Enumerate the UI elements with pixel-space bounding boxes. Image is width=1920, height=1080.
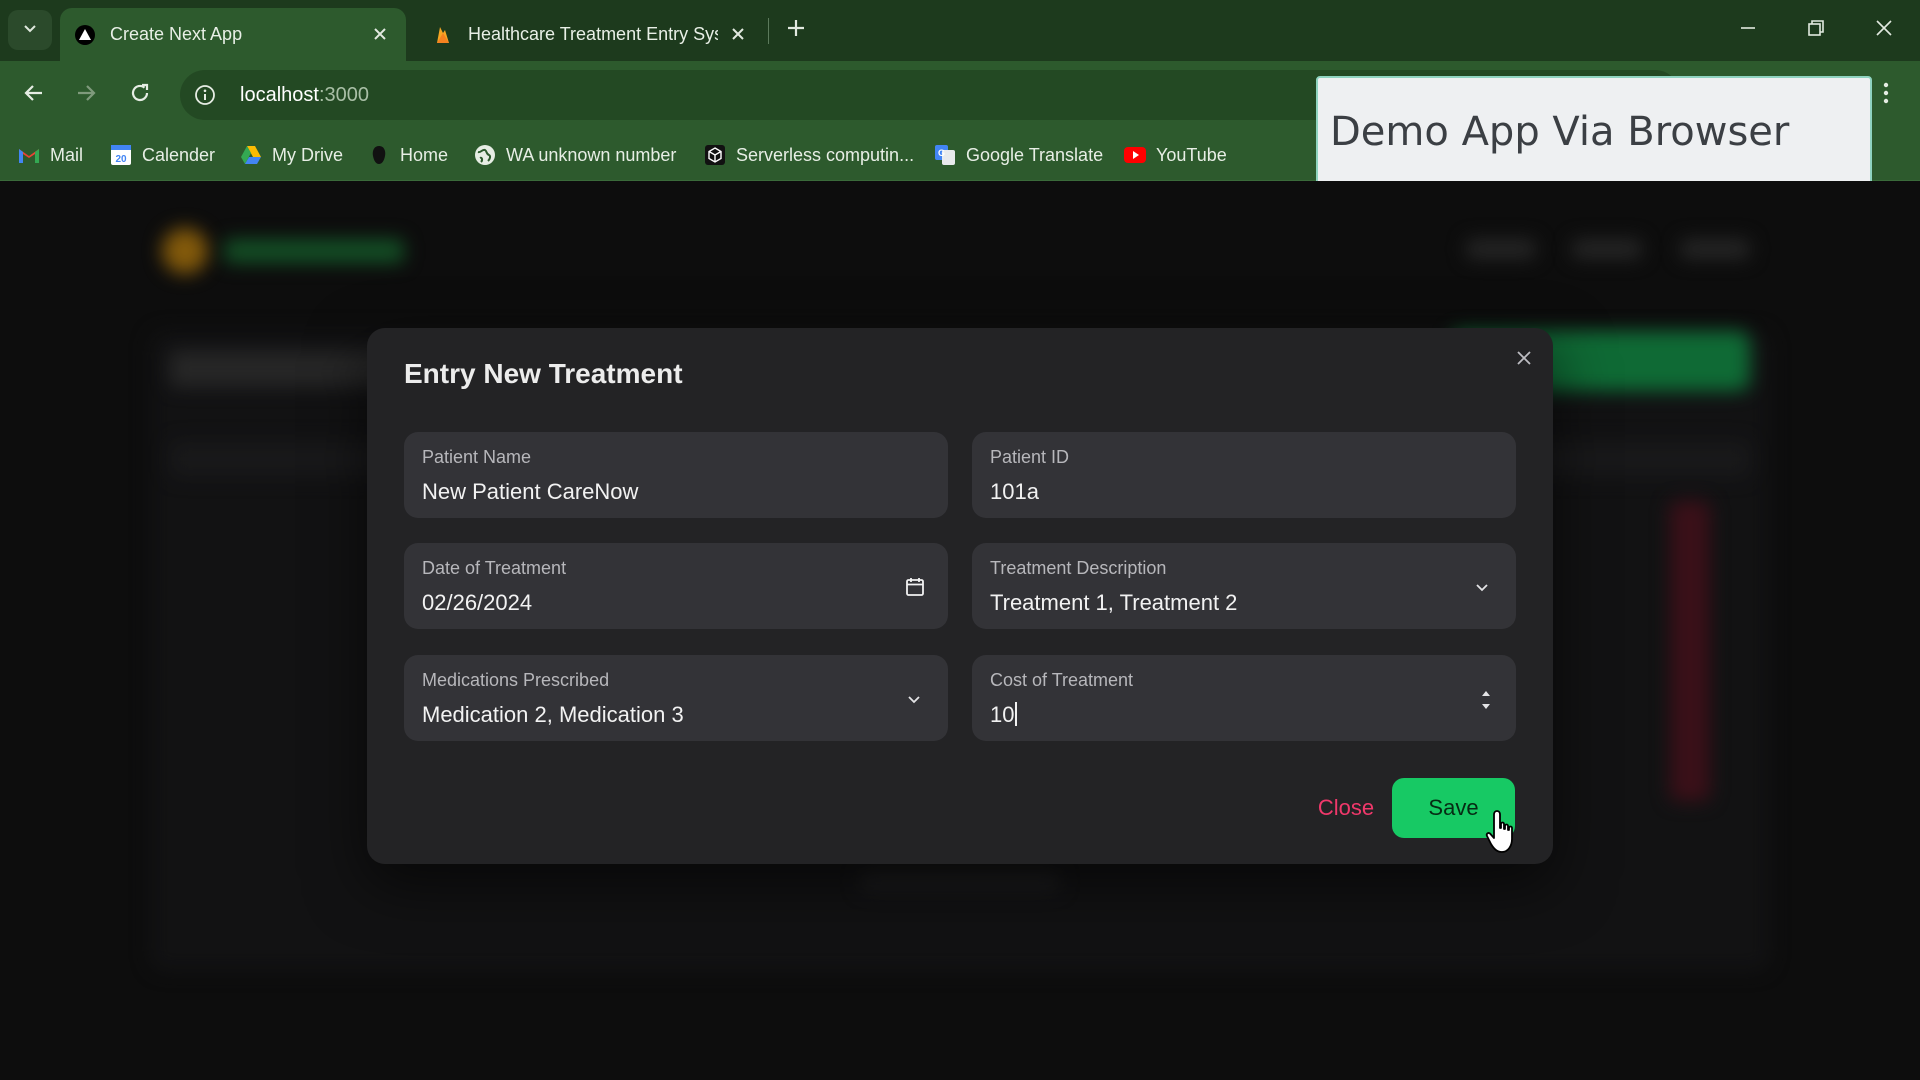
bookmark-my-drive[interactable]: My Drive — [240, 141, 343, 169]
minimize-button[interactable] — [1722, 8, 1774, 52]
close-icon — [1875, 19, 1893, 42]
field-label: Patient Name — [422, 447, 532, 467]
url-text: localhost:3000 — [240, 84, 369, 107]
patient-name-field[interactable]: Patient Name New Patient CareNow — [404, 432, 948, 518]
arrow-left-icon — [23, 82, 45, 109]
bookmark-label: YouTube — [1156, 144, 1227, 165]
medications-prescribed-select[interactable]: Medications Prescribed Medication 2, Med… — [404, 655, 948, 741]
bookmark-label: WA unknown number — [506, 144, 677, 165]
home-favicon-icon — [368, 144, 390, 166]
close-tab-icon[interactable] — [368, 22, 392, 46]
firebase-favicon-icon — [432, 24, 454, 46]
restore-button[interactable] — [1790, 8, 1842, 52]
more-vert-icon — [1883, 82, 1889, 109]
bookmark-label: My Drive — [272, 144, 343, 165]
nextjs-favicon-icon — [74, 24, 96, 46]
bookmark-wa-unknown[interactable]: WA unknown number — [474, 141, 676, 169]
chevron-down-icon — [900, 685, 928, 713]
plus-icon — [786, 18, 806, 43]
reload-icon — [129, 82, 151, 109]
field-label: Date of Treatment — [422, 558, 567, 578]
hand-pointer-cursor-icon — [1485, 810, 1513, 853]
bookmark-label: Google Translate — [966, 144, 1104, 165]
bookmark-label: Home — [400, 144, 449, 165]
restore-icon — [1807, 19, 1825, 42]
save-button-label: Save — [1428, 795, 1479, 820]
chevron-down-icon — [1468, 573, 1496, 601]
patient-id-field[interactable]: Patient ID 101a — [972, 432, 1516, 518]
url-port: :3000 — [318, 83, 369, 106]
chevron-down-icon — [22, 20, 38, 41]
bookmark-label: Calender — [142, 144, 216, 165]
field-label: Medications Prescribed — [422, 670, 610, 690]
browser-menu-button[interactable] — [1868, 77, 1904, 113]
field-label: Patient ID — [990, 447, 1070, 467]
number-stepper[interactable] — [1472, 683, 1500, 717]
arrow-right-icon — [75, 82, 97, 109]
field-label: Treatment Description — [990, 558, 1167, 578]
demo-overlay-text: Demo App Via Browser — [1330, 109, 1790, 155]
modal-close-button[interactable] — [1508, 344, 1540, 376]
youtube-icon — [1124, 144, 1146, 166]
field-value: Medication 2, Medication 3 — [422, 702, 684, 727]
tab-title: Create Next App — [110, 24, 243, 44]
calendar-icon: 20 — [110, 144, 132, 166]
cost-value: 10 — [990, 702, 1015, 727]
tab-strip: Create Next App Healthcare Treatment Ent… — [0, 0, 1920, 61]
translate-icon: G — [934, 144, 956, 166]
gmail-icon — [18, 144, 40, 166]
bookmark-google-translate[interactable]: G Google Translate — [934, 141, 1103, 169]
cube-icon — [704, 144, 726, 166]
close-icon — [1516, 350, 1532, 371]
forward-button[interactable] — [64, 73, 108, 117]
bookmark-home[interactable]: Home — [368, 141, 448, 169]
entry-treatment-modal: Entry New Treatment Patient Name New Pat… — [367, 328, 1553, 864]
treatment-description-select[interactable]: Treatment Description Treatment 1, Treat… — [972, 543, 1516, 629]
svg-text:G: G — [938, 148, 945, 158]
field-value: 02/26/2024 — [422, 590, 533, 615]
close-button[interactable]: Close — [1288, 778, 1404, 838]
bookmark-label: Mail — [50, 144, 84, 165]
close-tab-icon[interactable] — [726, 22, 750, 46]
calendar-picker-icon[interactable] — [901, 573, 929, 601]
modal-title: Entry New Treatment — [404, 358, 683, 389]
tab-create-next-app[interactable]: Create Next App — [60, 8, 406, 61]
bookmark-calender[interactable]: 20 Calender — [110, 141, 215, 169]
tab-search-button[interactable] — [8, 10, 52, 50]
tab-separator — [768, 18, 769, 44]
bookmark-youtube[interactable]: YouTube — [1124, 141, 1227, 169]
tab-title: Healthcare Treatment Entry Sys — [468, 24, 718, 44]
field-value: Treatment 1, Treatment 2 — [990, 590, 1238, 615]
field-value: 10 — [990, 702, 1018, 728]
cost-of-treatment-field[interactable]: Cost of Treatment 10 — [972, 655, 1516, 741]
reload-button[interactable] — [118, 73, 162, 117]
url-host: localhost — [240, 83, 319, 106]
bookmark-label: Serverless computin... — [736, 144, 915, 165]
minimize-icon — [1739, 19, 1757, 42]
tab-healthcare-treatment[interactable]: Healthcare Treatment Entry Sys — [418, 8, 764, 61]
bookmark-serverless[interactable]: Serverless computin... — [704, 141, 914, 169]
window-close-button[interactable] — [1858, 8, 1910, 52]
drive-icon — [240, 144, 262, 166]
demo-overlay-banner: Demo App Via Browser — [1316, 76, 1872, 188]
field-value: New Patient CareNow — [422, 479, 639, 504]
bookmark-mail[interactable]: Mail — [18, 141, 83, 169]
new-tab-button[interactable] — [778, 12, 814, 48]
site-info-icon[interactable] — [192, 82, 218, 108]
date-of-treatment-field[interactable]: Date of Treatment 02/26/2024 — [404, 543, 948, 629]
field-value: 101a — [990, 479, 1039, 504]
text-caret — [1015, 702, 1018, 726]
field-label: Cost of Treatment — [990, 670, 1134, 690]
globe-icon — [474, 144, 496, 166]
svg-text:20: 20 — [115, 154, 127, 165]
back-button[interactable] — [12, 73, 56, 117]
